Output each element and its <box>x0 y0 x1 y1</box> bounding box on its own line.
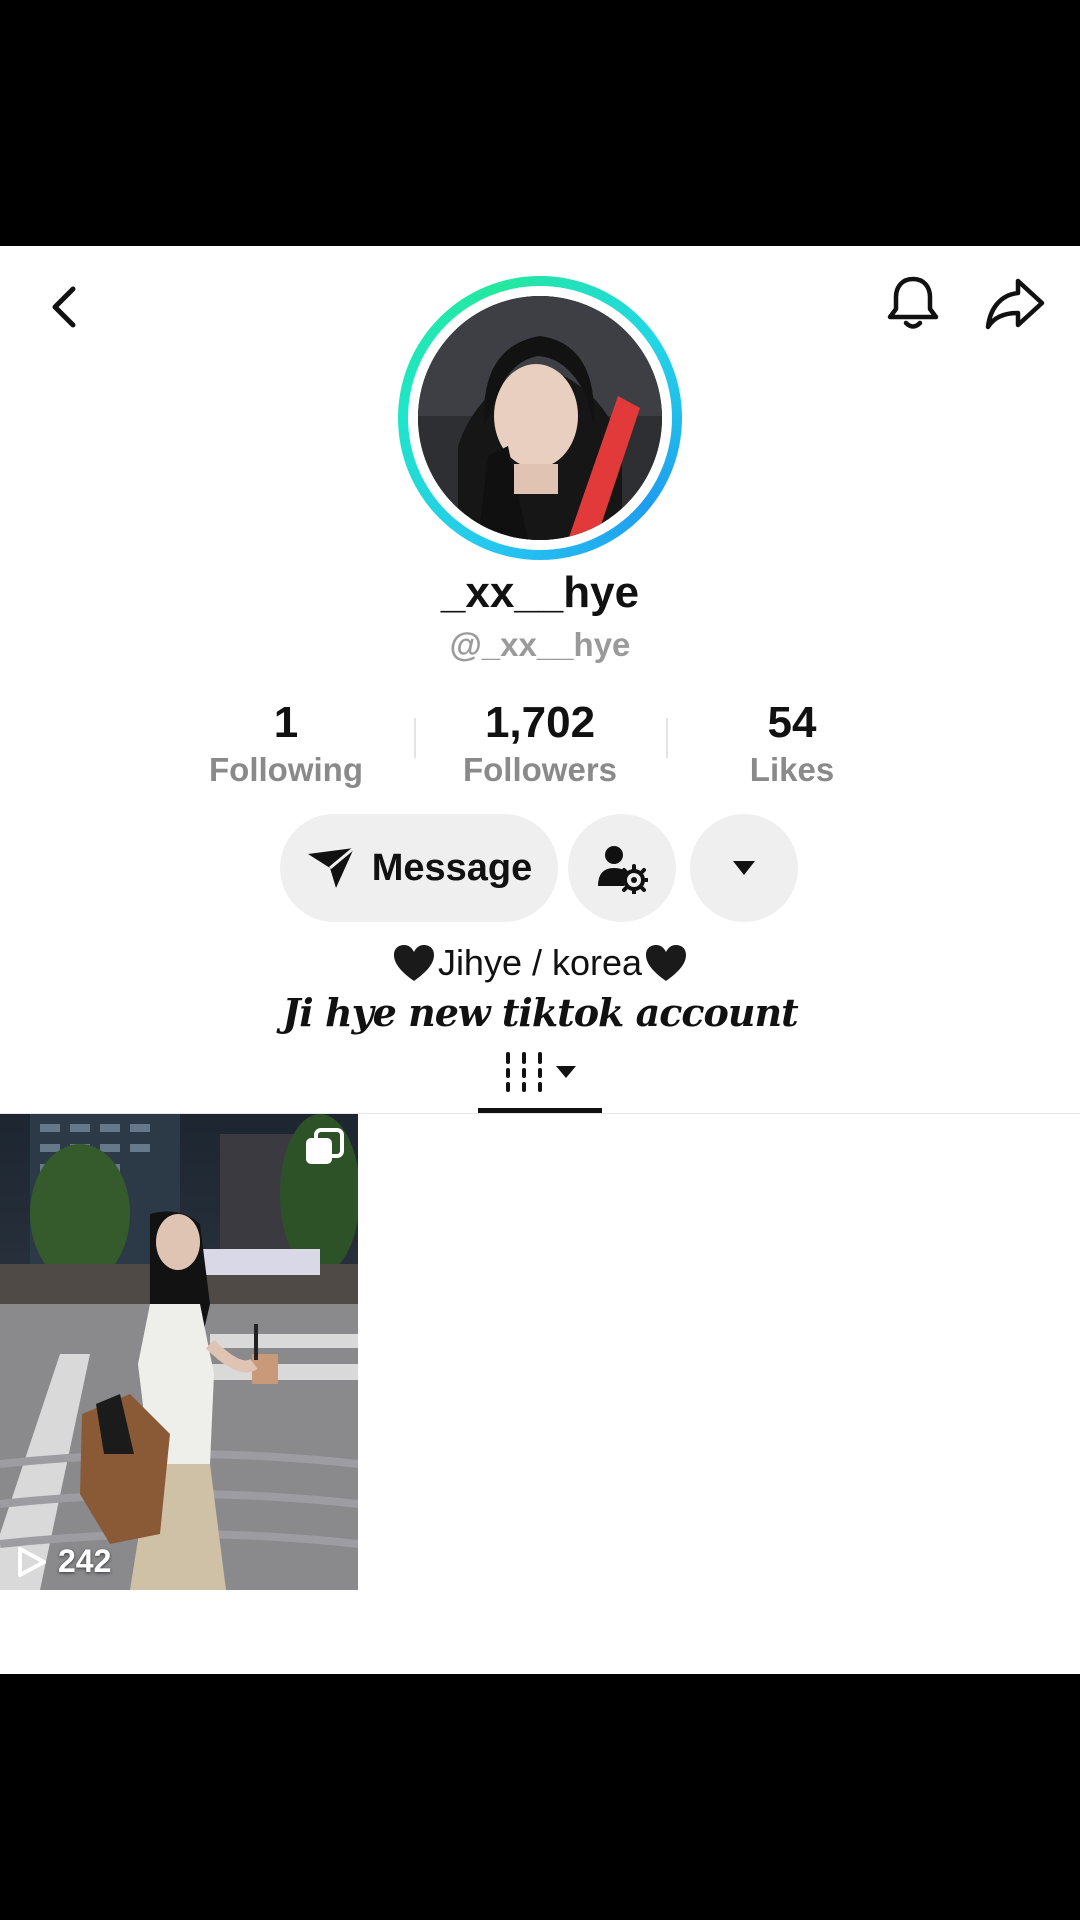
stat-likes-value: 54 <box>767 698 817 747</box>
multi-photo-icon <box>304 1128 344 1173</box>
stat-following-label: Following <box>209 751 363 788</box>
more-suggestions-button[interactable] <box>690 814 798 922</box>
letterbox-bottom <box>0 1674 1080 1920</box>
back-button[interactable] <box>30 272 100 342</box>
black-heart-icon <box>646 945 687 981</box>
video-view-count-text: 242 <box>58 1543 112 1579</box>
profile-screen: _xx__hye @_xx__hye 1 Following 1,702 Fol… <box>0 246 1080 1674</box>
video-tile[interactable]: 242 <box>0 1114 358 1590</box>
bio-line-2: Ji hye new tiktok account <box>282 990 798 1035</box>
video-view-count: 242 <box>14 1543 111 1580</box>
share-button[interactable] <box>978 268 1052 338</box>
stat-divider <box>666 718 668 758</box>
black-heart-icon <box>393 945 434 981</box>
share-icon <box>985 278 1045 330</box>
stat-divider <box>414 718 416 758</box>
tab-videos[interactable] <box>478 1036 602 1108</box>
triangle-down-icon <box>556 1066 576 1078</box>
grid-bars-icon <box>506 1052 542 1092</box>
avatar-photo <box>418 296 662 540</box>
stat-followers[interactable]: 1,702 Followers <box>430 698 650 792</box>
stat-following-value: 1 <box>273 698 299 747</box>
stat-likes-label: Likes <box>749 751 835 788</box>
avatar-inner <box>408 286 672 550</box>
stat-likes[interactable]: 54 Likes <box>682 698 902 792</box>
avatar <box>418 296 662 540</box>
person-gear-icon <box>598 846 648 894</box>
username-handle: @_xx__hye <box>449 626 631 663</box>
stats-row: 1 Following 1,702 Followers 54 Likes <box>0 698 1080 798</box>
display-name: _xx__hye <box>440 568 640 617</box>
message-button[interactable]: Message <box>280 814 558 922</box>
message-button-label: Message <box>371 846 533 889</box>
back-arrow-icon <box>52 286 76 328</box>
friend-settings-button[interactable] <box>568 814 676 922</box>
video-thumbnail <box>0 1114 358 1590</box>
play-icon <box>18 1546 46 1577</box>
bio-line-1-text: Jihye / korea <box>437 942 643 983</box>
triangle-down-icon <box>733 861 755 875</box>
stat-followers-value: 1,702 <box>484 698 596 747</box>
bio-line-1: Jihye / korea <box>0 942 1080 984</box>
avatar-story-ring[interactable] <box>398 276 682 560</box>
notification-bell-button[interactable] <box>878 268 948 338</box>
stat-followers-label: Followers <box>462 751 618 788</box>
send-icon <box>307 846 355 888</box>
stat-following[interactable]: 1 Following <box>176 698 396 792</box>
bell-icon <box>887 276 939 329</box>
letterbox-top <box>0 0 1080 246</box>
